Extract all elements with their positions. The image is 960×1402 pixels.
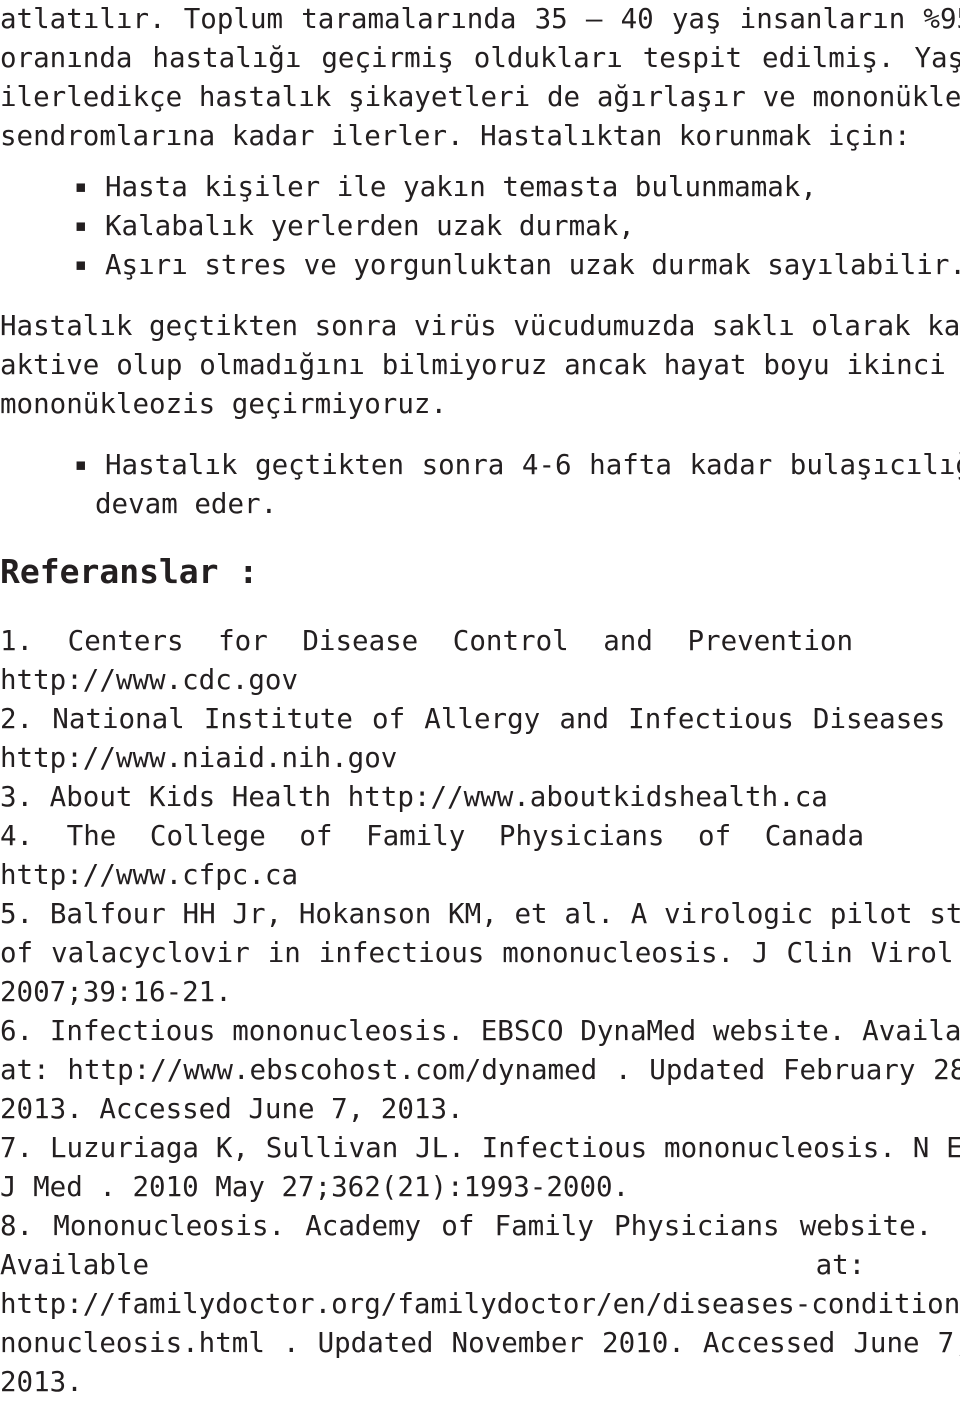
text-line: mononükleozis geçirmiyoruz. (0, 388, 448, 420)
text-line: aktive olup olmadığını bilmiyoruz ancak … (0, 349, 960, 381)
reference-line: 2013. Accessed June 7, 2013. (0, 1093, 464, 1125)
bullet-square-icon: ▪ (75, 177, 87, 197)
bullet-square-icon: ▪ (75, 255, 87, 275)
text-line: atlatılır. Toplum taramalarında 35 – 40 … (0, 3, 960, 35)
reference-line: of valacyclovir in infectious mononucleo… (0, 937, 960, 969)
list-item-label: Aşırı stres ve yorgunluktan uzak durmak … (105, 249, 960, 281)
reference-url[interactable]: http://www.cdc.gov (0, 661, 960, 700)
list-item-label-continued: devam eder. (95, 488, 278, 520)
text-line: sendromlarına kadar ilerler. Hastalıktan… (0, 120, 911, 152)
reference-line: 6. Infectious mononucleosis. EBSCO DynaM… (0, 1015, 960, 1047)
reference-line: 5. Balfour HH Jr, Hokanson KM, et al. A … (0, 898, 960, 930)
reference-line: 2007;39:16-21. (0, 976, 232, 1008)
list-item-label: Hastalık geçtikten sonra 4-6 hafta kadar… (105, 449, 960, 481)
reference-line[interactable]: nonucleosis.html . Updated November 2010… (0, 1324, 960, 1363)
text-line: Hastalık geçtikten sonra virüs vücudumuz… (0, 310, 960, 342)
text-line: ilerledikçe hastalık şikayetleri de ağır… (0, 81, 960, 113)
reference-line: 1. Centers for Disease Control and Preve… (0, 625, 854, 657)
reference-line[interactable]: at: http://www.ebscohost.com/dynamed . U… (0, 1051, 960, 1090)
document-page: atlatılır. Toplum taramalarında 35 – 40 … (0, 0, 960, 1398)
reference-line: 8. Mononucleosis. Academy of Family Phys… (0, 1210, 933, 1242)
bullet-square-icon: ▪ (75, 455, 87, 475)
reference-url[interactable]: http://www.cfpc.ca (0, 856, 960, 895)
reference-url[interactable]: http://www.niaid.nih.gov (0, 739, 960, 778)
reference-line: 2. National Institute of Allergy and Inf… (0, 703, 946, 735)
references-heading: Referanslar : (0, 552, 259, 591)
list-item-label: Kalabalık yerlerden uzak durmak, (105, 210, 635, 242)
reference-url[interactable]: http://familydoctor.org/familydoctor/en/… (0, 1285, 960, 1324)
bullet-square-icon: ▪ (75, 216, 87, 236)
reference-line: 2013. (0, 1366, 83, 1398)
list-item-label: Hasta kişiler ile yakın temasta bulunmam… (105, 171, 817, 203)
reference-line: Available at: (0, 1249, 866, 1281)
reference-line: 4. The College of Family Physicians of C… (0, 820, 865, 852)
text-line: oranında hastalığı geçirmiş oldukları te… (0, 42, 960, 74)
reference-line: J Med . 2010 May 27;362(21):1993-2000. (0, 1171, 630, 1203)
reference-line: 7. Luzuriaga K, Sullivan JL. Infectious … (0, 1132, 960, 1164)
reference-line[interactable]: 3. About Kids Health http://www.aboutkid… (0, 778, 960, 817)
